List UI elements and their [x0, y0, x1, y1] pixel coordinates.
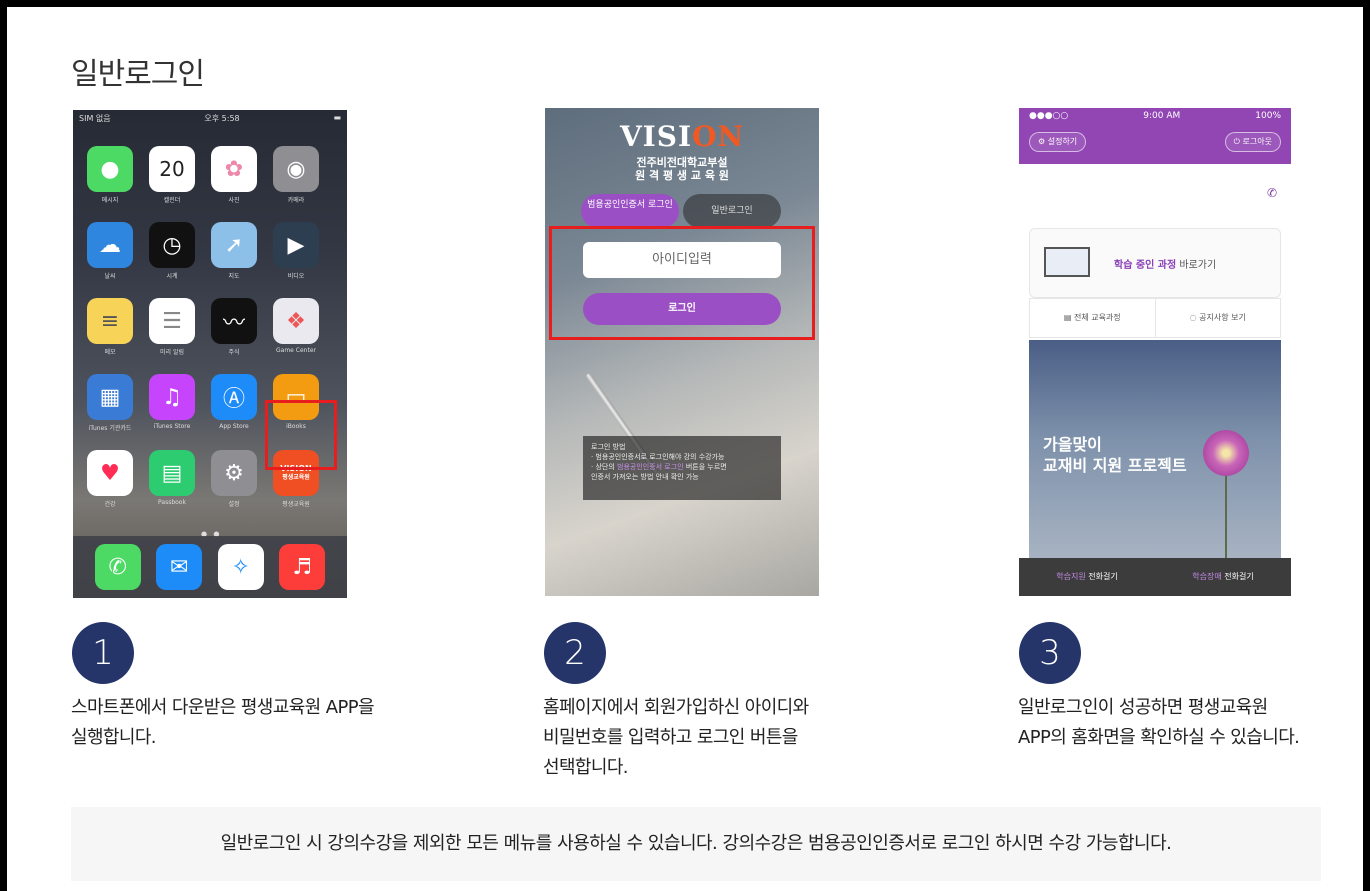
reminders-icon: ☰	[149, 298, 195, 344]
app-messages: ● 메시지	[87, 146, 133, 204]
content-frame: 일반로그인 SIM 없음 오후 5:58 ▬ ● 메시지 20 캘린더 ✿ 사진 ◉ 카…	[7, 7, 1363, 891]
wallet-icon: ▤	[149, 450, 195, 496]
app-passbook: ▤ Passbook	[149, 450, 195, 508]
settings-button[interactable]: ⚙ 설정하기	[1029, 132, 1087, 152]
vision-logo: VISION	[619, 120, 745, 153]
step-number-1: 1	[72, 622, 134, 684]
phone-call-icon[interactable]: ✆	[1267, 186, 1277, 200]
app-app-store: Ⓐ App Store	[211, 374, 257, 432]
status-bar: ●●●○○ 9:00 AM 100%	[1029, 111, 1281, 121]
game-center-icon: ❖	[273, 298, 319, 344]
video-icon: ▶	[273, 222, 319, 268]
app-notes: ≡ 메모	[87, 298, 133, 356]
gear-icon: ⚙	[211, 450, 257, 496]
page-title: 일반로그인	[71, 57, 205, 92]
call-support-button[interactable]: 학습지원 전화걸기	[1019, 558, 1155, 596]
menu-notices[interactable]: ◌ 공지사항 보기	[1154, 299, 1281, 337]
app-store-icon: Ⓐ	[211, 374, 257, 420]
current-course-card[interactable]: 학습 중인 과정 바로가기	[1029, 228, 1281, 298]
tab-cert-login[interactable]: 범용공인인증서 로그인	[581, 194, 679, 228]
app-clock: ◷ 시계	[149, 222, 195, 280]
app-reminders: ☰ 미리 알림	[149, 298, 195, 356]
monitor-icon	[1044, 247, 1090, 277]
step-number-3: 3	[1019, 622, 1081, 684]
photos-icon: ✿	[211, 146, 257, 192]
institution-name: 전주비전대학교부설 원 격 평 생 교 육 원	[635, 156, 729, 182]
app-photos: ✿ 사진	[211, 146, 257, 204]
card-icon: ▦	[87, 374, 133, 420]
list-icon: ▤	[1063, 313, 1074, 322]
power-icon: ⏻	[1233, 137, 1243, 146]
app-videos: ▶ 비디오	[273, 222, 319, 280]
app-camera: ◉ 카메라	[273, 146, 319, 204]
mail-icon: ✉	[156, 544, 203, 590]
tab-general-login[interactable]: 일반로그인	[683, 194, 781, 228]
message-icon: ●	[87, 146, 133, 192]
login-info-box: 로그인 방법 · 범용공인인증서로 로그인해야 강의 수강가능 · 상단의 범용…	[583, 436, 781, 500]
bulb-icon: ◌	[1189, 313, 1200, 322]
menu-all-courses[interactable]: ▤ 전체 교육과정	[1030, 299, 1155, 337]
app-itunes-card: ▦ iTunes 기관카드	[87, 374, 133, 432]
step-description-3: 일반로그인이 성공하면 평생교육원 APP의 홈화면을 확인하실 수 있습니다.	[1018, 697, 1300, 748]
app-maps: ➚ 지도	[211, 222, 257, 280]
stocks-icon: 〰	[211, 298, 257, 344]
app-calendar: 20 캘린더	[149, 146, 195, 204]
app-settings: ⚙ 설정	[211, 450, 257, 508]
logout-button[interactable]: ⏻ 로그아웃	[1224, 132, 1281, 152]
step-number-2: 2	[544, 622, 606, 684]
phone-screenshot-home: SIM 없음 오후 5:58 ▬ ● 메시지 20 캘린더 ✿ 사진 ◉ 카메라 ☁ 날씨…	[73, 110, 347, 598]
map-icon: ➚	[211, 222, 257, 268]
phone-screenshot-login: VISION 전주비전대학교부설 원 격 평 생 교 육 원 범용공인인증서 로…	[545, 108, 819, 596]
app-weather: ☁ 날씨	[87, 222, 133, 280]
quick-menu: ▤ 전체 교육과정 ◌ 공지사항 보기	[1029, 298, 1281, 338]
flower-image	[1203, 430, 1249, 476]
notice-box: 일반로그인 시 강의수강을 제외한 모든 메뉴를 사용하실 수 있습니다. 강의…	[71, 807, 1321, 881]
app-itunes-store: ♫ iTunes Store	[149, 374, 195, 432]
notes-icon: ≡	[87, 298, 133, 344]
step-description-2: 홈페이지에서 회원가입하신 아이디와 비밀번호를 입력하고 로그인 버튼을 선택…	[543, 697, 809, 778]
dock: ✆ ✉ ✧ ♬	[73, 536, 347, 598]
phone-icon: ✆	[94, 544, 141, 590]
step-description-1: 스마트폰에서 다운받은 평생교육원 APP을 실행합니다.	[71, 697, 375, 748]
phone-screenshot-app-home: ●●●○○ 9:00 AM 100% ⚙ 설정하기 ⏻ 로그아웃 ✆ 학습 중인…	[1019, 108, 1291, 596]
heart-icon: ♥	[87, 450, 133, 496]
camera-icon: ◉	[273, 146, 319, 192]
calendar-icon: 20	[149, 146, 195, 192]
weather-icon: ☁	[87, 222, 133, 268]
clock-icon: ◷	[149, 222, 195, 268]
app-health: ♥ 건강	[87, 450, 133, 508]
music-icon: ♬	[279, 544, 326, 590]
highlight-box	[265, 400, 337, 470]
promo-banner[interactable]: 가을맞이 교재비 지원 프로젝트	[1029, 340, 1281, 562]
call-issue-button[interactable]: 학습장애 전화걸기	[1155, 558, 1291, 596]
highlight-box	[549, 226, 815, 340]
music-note-icon: ♫	[149, 374, 195, 420]
login-tabs: 범용공인인증서 로그인 일반로그인	[581, 194, 781, 228]
gear-icon: ⚙	[1038, 137, 1048, 146]
app-stocks: 〰 주식	[211, 298, 257, 356]
flower-stem	[1225, 472, 1227, 562]
battery-icon: ▬	[333, 113, 341, 122]
app-game-center: ❖ Game Center	[273, 298, 319, 356]
compass-icon: ✧	[217, 544, 264, 590]
status-bar: SIM 없음 오후 5:58 ▬	[79, 113, 341, 123]
app-header: ●●●○○ 9:00 AM 100% ⚙ 설정하기 ⏻ 로그아웃	[1019, 108, 1291, 164]
footer-call-bar: 학습지원 전화걸기 학습장애 전화걸기	[1019, 558, 1291, 596]
